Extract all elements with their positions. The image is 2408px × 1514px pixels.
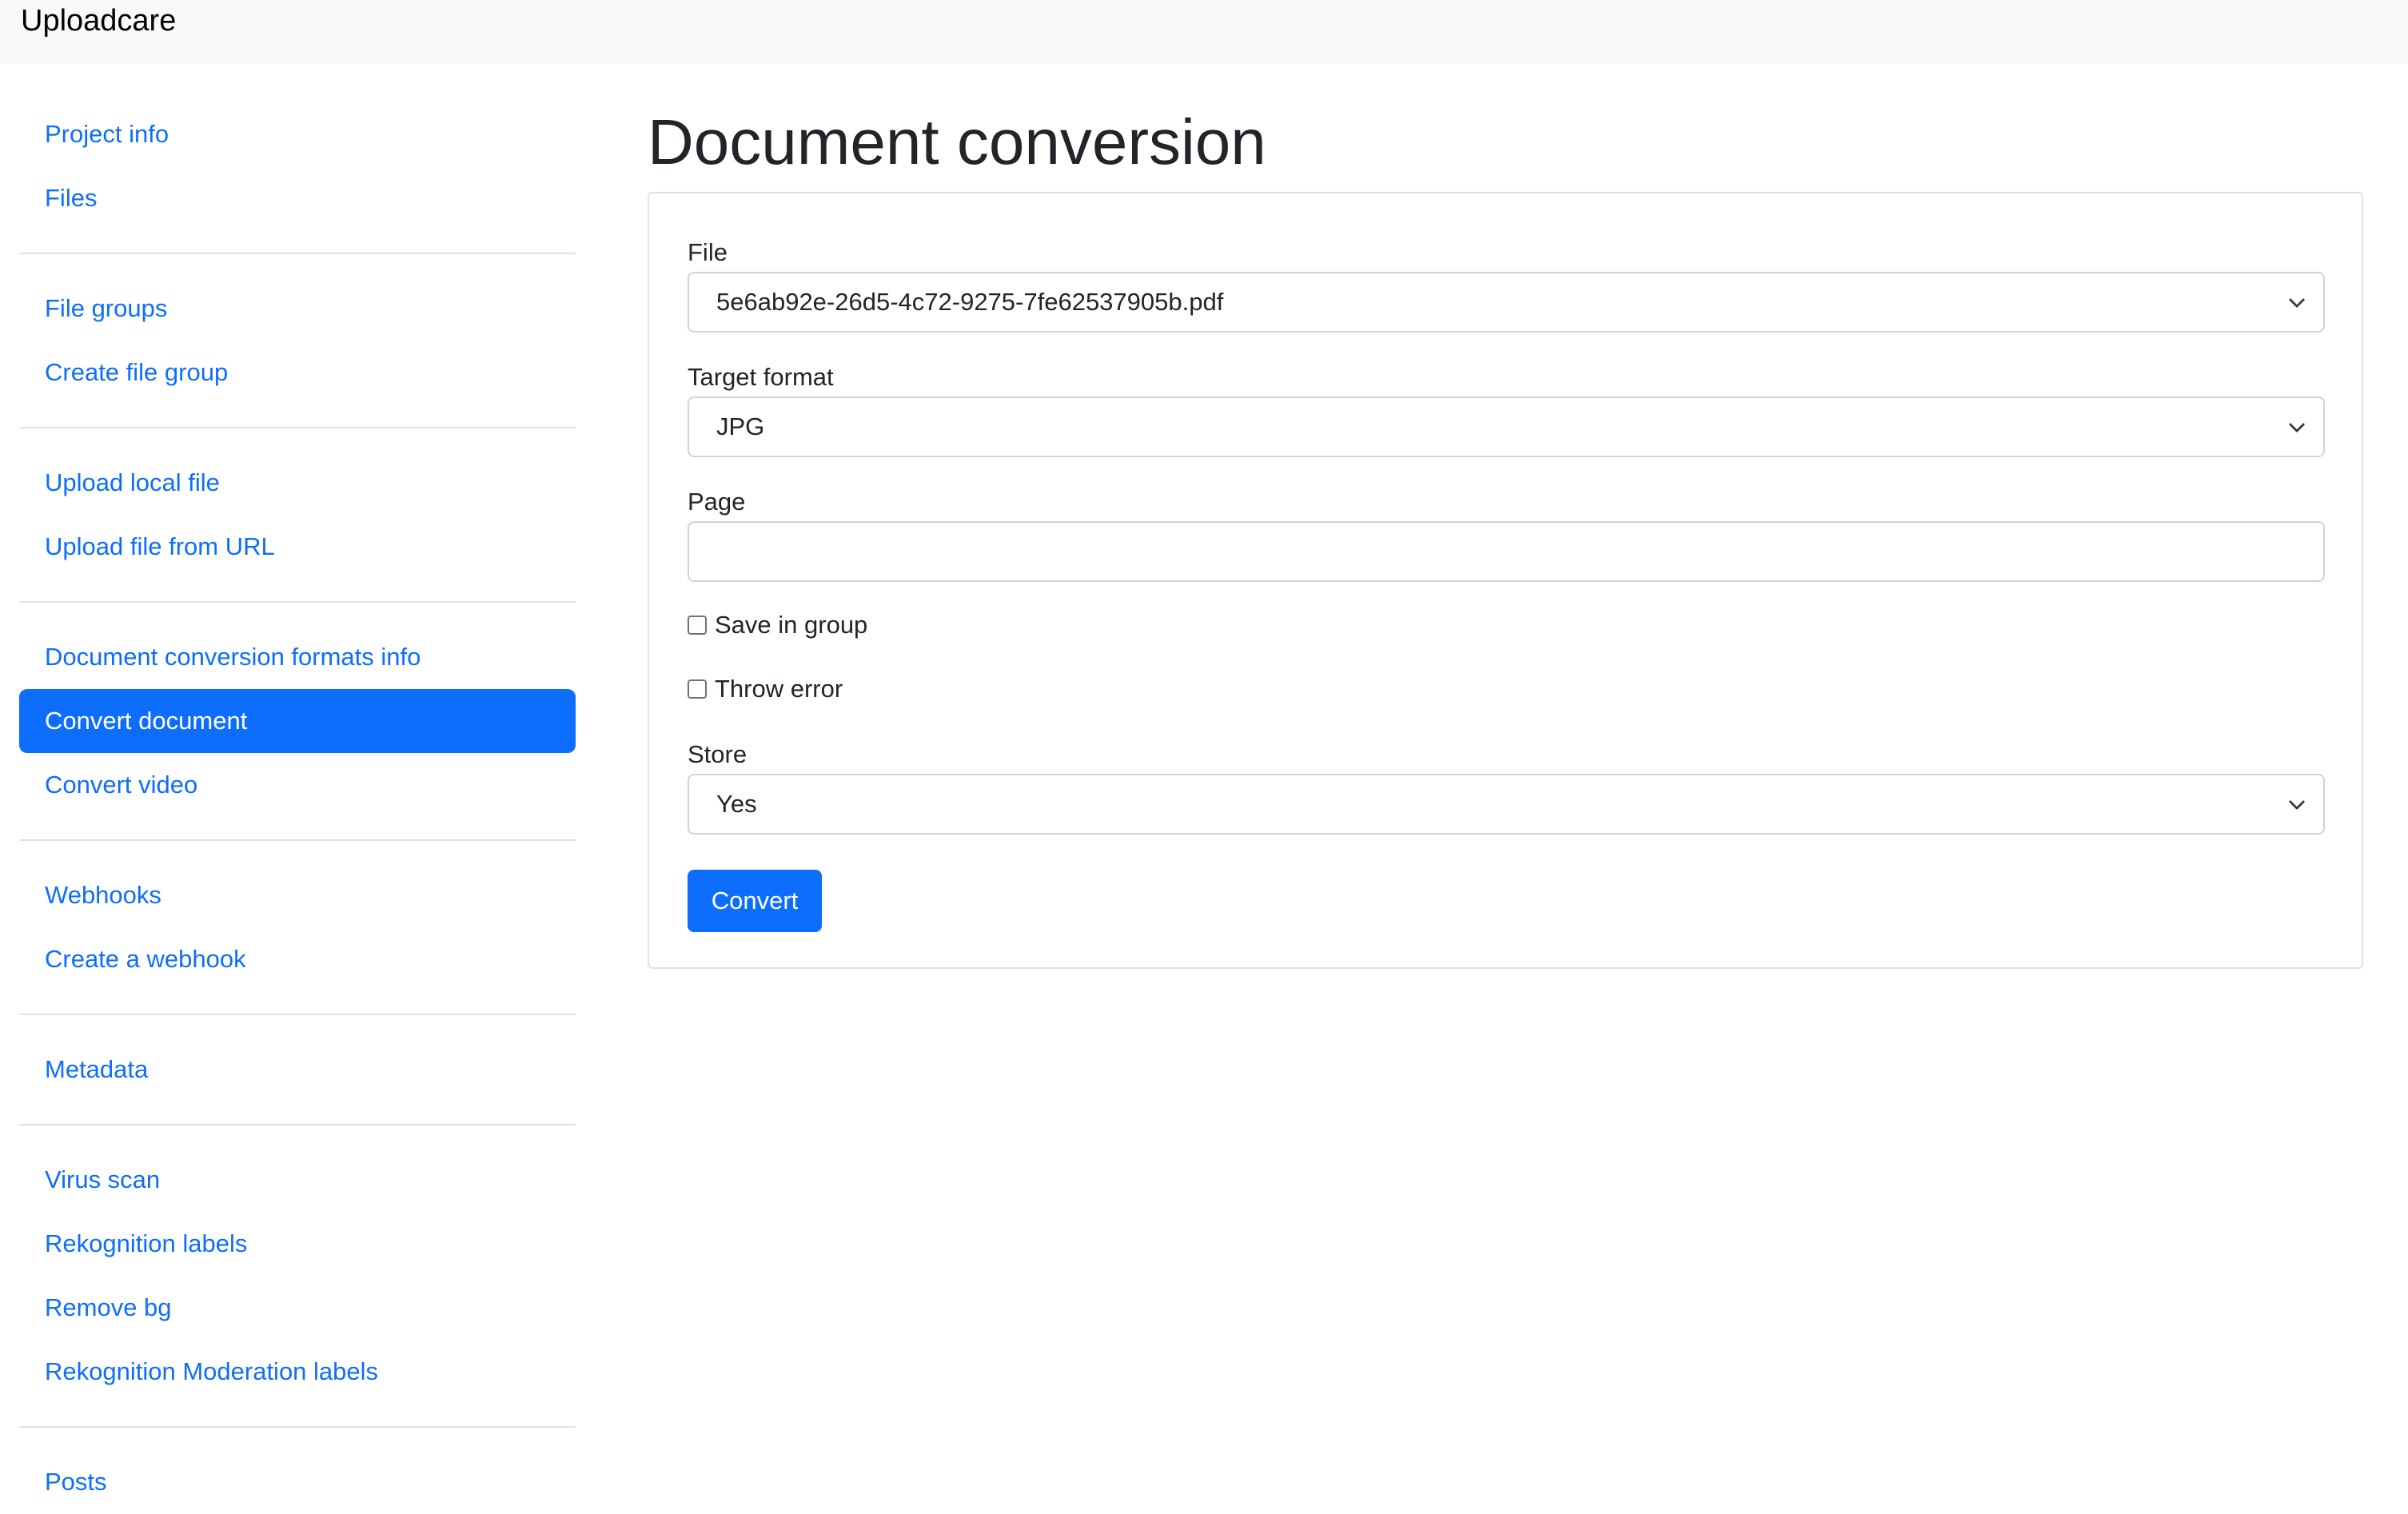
page-label: Page <box>688 488 746 516</box>
chevron-down-icon <box>2289 298 2305 308</box>
chevron-down-icon <box>2289 800 2305 810</box>
page-input[interactable] <box>688 521 2325 582</box>
sidebar-item-posts[interactable]: Posts <box>19 1450 576 1514</box>
convert-button[interactable]: Convert <box>688 870 822 932</box>
sidebar-nav: Project info Files File groups Create fi… <box>19 102 576 1514</box>
sidebar-item-webhooks[interactable]: Webhooks <box>19 863 576 927</box>
save-in-group-row[interactable]: Save in group <box>688 609 867 641</box>
save-in-group-label[interactable]: Save in group <box>715 609 867 641</box>
target-format-select-value: JPG <box>716 412 765 440</box>
throw-error-label[interactable]: Throw error <box>715 673 843 705</box>
conversion-form-card: File 5e6ab92e-26d5-4c72-9275-7fe62537905… <box>648 192 2363 969</box>
throw-error-checkbox[interactable] <box>688 679 707 699</box>
save-in-group-checkbox[interactable] <box>688 616 707 635</box>
chevron-down-icon <box>2289 423 2305 432</box>
target-format-label: Target format <box>688 363 834 391</box>
sidebar-item-files[interactable]: Files <box>19 166 576 230</box>
store-select-value: Yes <box>716 790 757 818</box>
sidebar-divider <box>19 601 576 603</box>
sidebar-divider <box>19 1124 576 1126</box>
brand-link[interactable]: Uploadcare <box>21 2 176 40</box>
sidebar-item-virus-scan[interactable]: Virus scan <box>19 1148 576 1212</box>
sidebar-item-remove-bg[interactable]: Remove bg <box>19 1276 576 1340</box>
store-label: Store <box>688 740 748 768</box>
sidebar-divider <box>19 1014 576 1015</box>
file-select-value: 5e6ab92e-26d5-4c72-9275-7fe62537905b.pdf <box>716 288 1224 316</box>
page-title: Document conversion <box>648 106 1266 177</box>
store-select[interactable]: Yes <box>688 774 2325 835</box>
sidebar-item-upload-local-file[interactable]: Upload local file <box>19 451 576 515</box>
navbar: Uploadcare <box>0 0 2408 64</box>
throw-error-row[interactable]: Throw error <box>688 673 843 705</box>
sidebar-item-convert-video[interactable]: Convert video <box>19 753 576 817</box>
sidebar-divider <box>19 253 576 254</box>
sidebar-divider <box>19 1426 576 1428</box>
sidebar-item-file-groups[interactable]: File groups <box>19 277 576 341</box>
sidebar-divider <box>19 427 576 428</box>
sidebar-item-upload-file-from-url[interactable]: Upload file from URL <box>19 515 576 579</box>
sidebar-item-create-file-group[interactable]: Create file group <box>19 341 576 404</box>
sidebar-item-rekognition-moderation-labels[interactable]: Rekognition Moderation labels <box>19 1340 576 1404</box>
sidebar-item-convert-document[interactable]: Convert document <box>19 689 576 753</box>
file-select[interactable]: 5e6ab92e-26d5-4c72-9275-7fe62537905b.pdf <box>688 272 2325 333</box>
sidebar-item-create-webhook[interactable]: Create a webhook <box>19 927 576 991</box>
sidebar-item-project-info[interactable]: Project info <box>19 102 576 166</box>
target-format-select[interactable]: JPG <box>688 396 2325 457</box>
sidebar-item-metadata[interactable]: Metadata <box>19 1038 576 1102</box>
sidebar-divider <box>19 839 576 841</box>
sidebar-item-document-conversion-formats-info[interactable]: Document conversion formats info <box>19 625 576 689</box>
file-label: File <box>688 238 728 266</box>
sidebar-item-rekognition-labels[interactable]: Rekognition labels <box>19 1212 576 1276</box>
